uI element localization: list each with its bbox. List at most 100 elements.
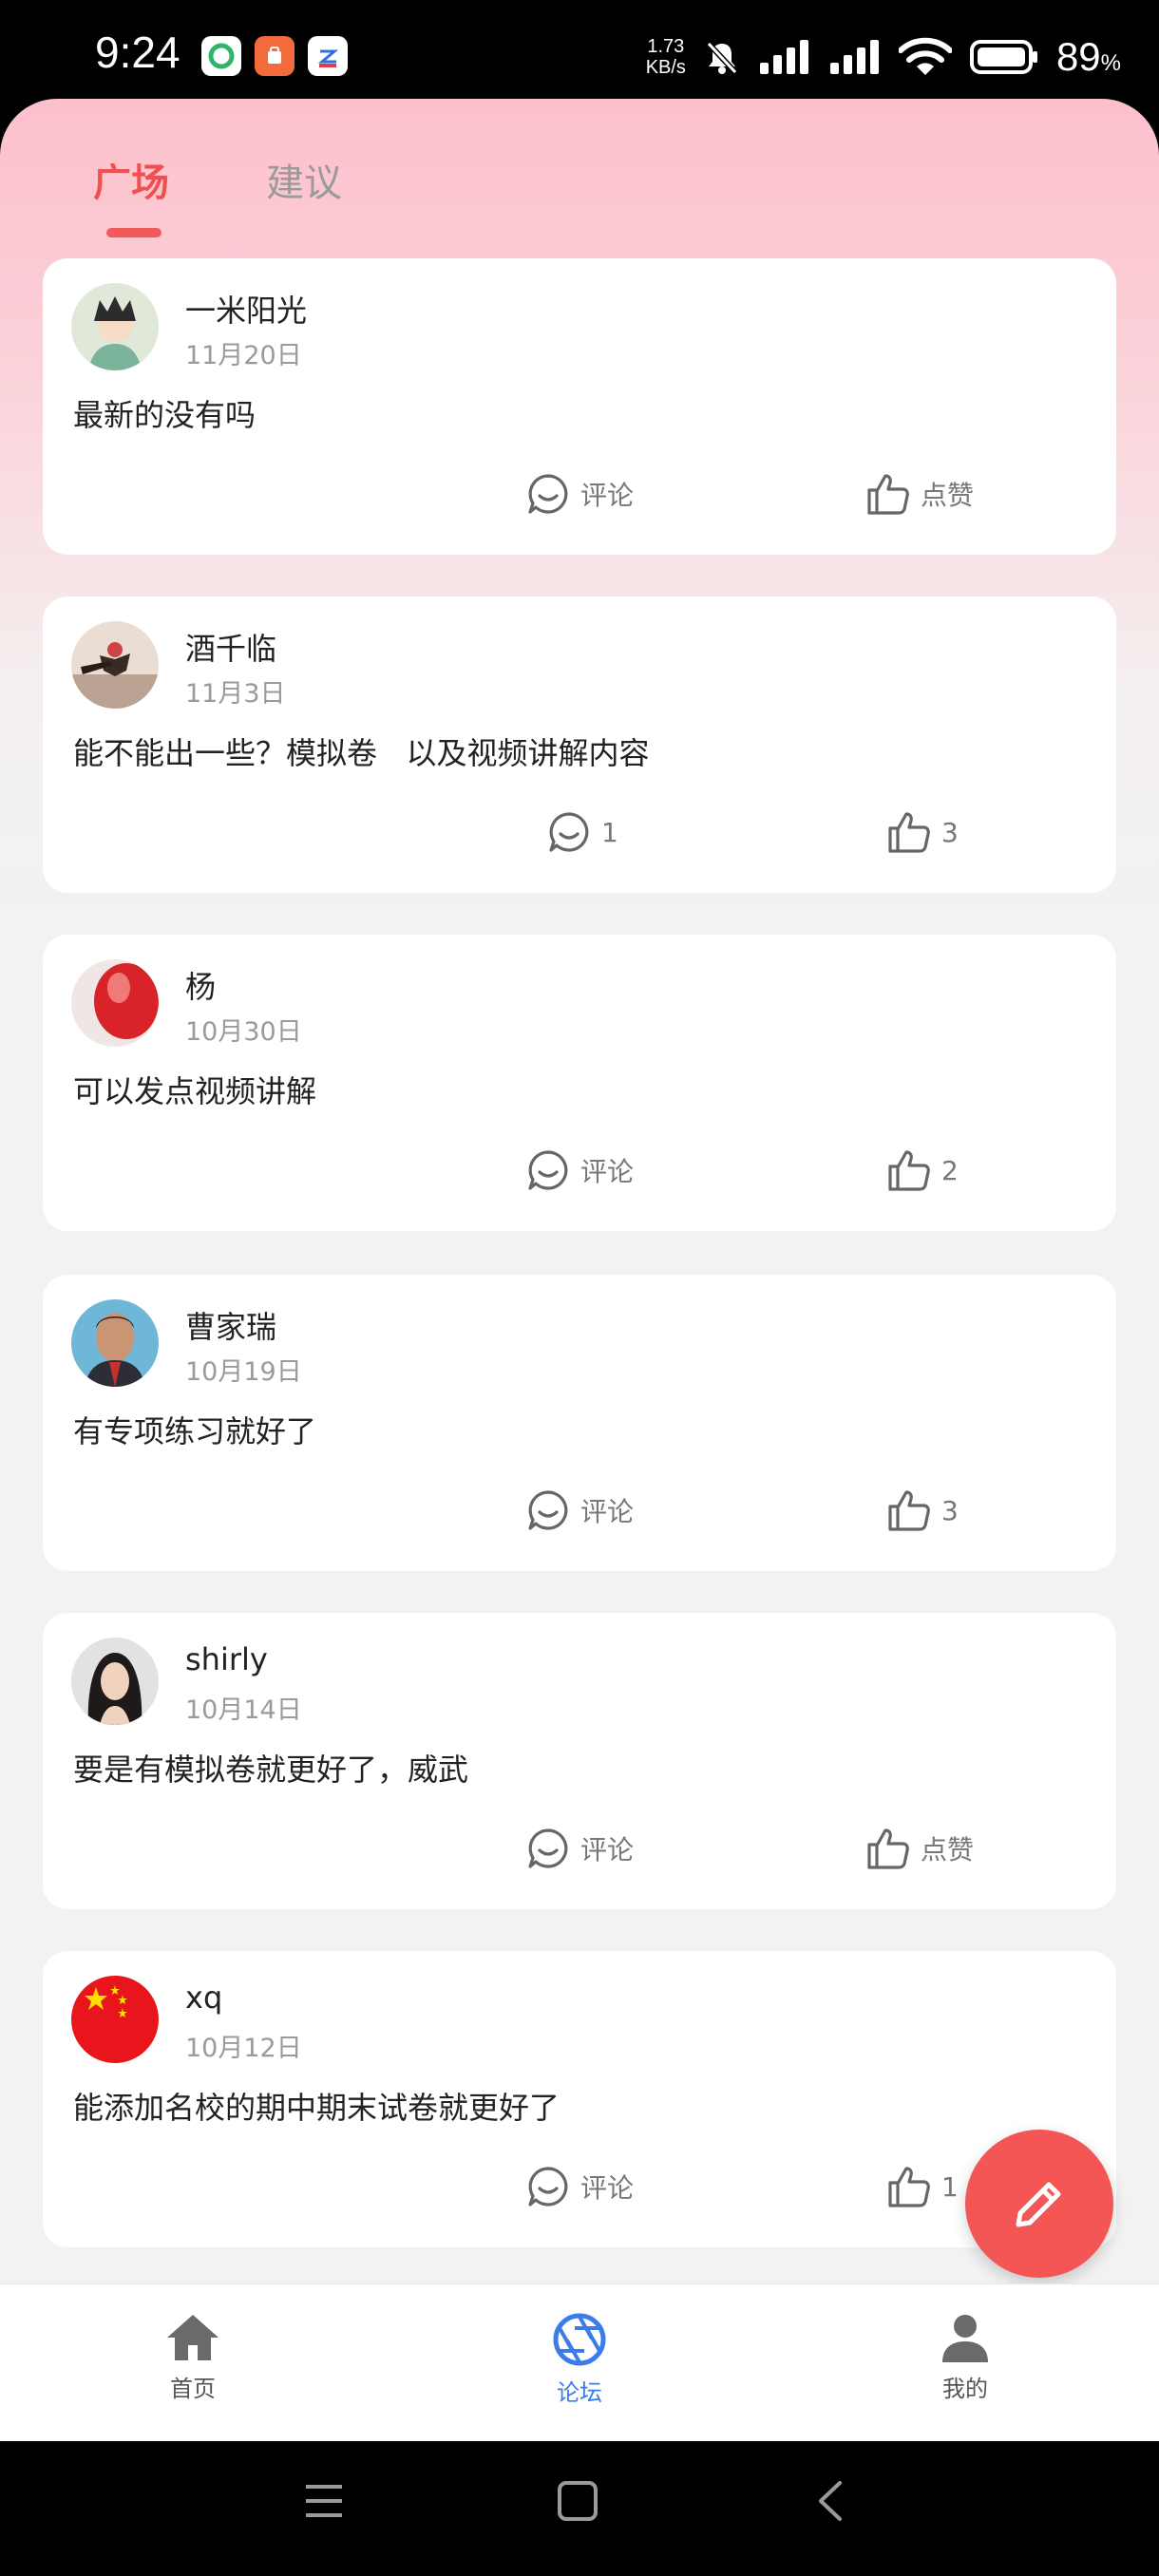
recents-button[interactable] xyxy=(302,2479,346,2527)
comment-icon xyxy=(528,2167,568,2207)
status-bar: 9:24 1.73 KB/s 89% xyxy=(0,0,1159,104)
menu-icon xyxy=(306,2485,342,2517)
mute-icon xyxy=(706,41,738,75)
thumbs-up-icon xyxy=(888,1490,930,1531)
like-count: 2 xyxy=(941,1154,959,1186)
post-date: 11月3日 xyxy=(185,679,286,709)
post-content: 能不能出一些？模拟卷 以及视频讲解内容 xyxy=(73,735,650,771)
nav-profile[interactable]: 我的 xyxy=(870,2313,1060,2417)
battery-percent: 89% xyxy=(1056,34,1121,80)
net-speed: 1.73 KB/s xyxy=(646,36,686,78)
like-count: 3 xyxy=(941,816,959,848)
comment-button[interactable]: 评论 xyxy=(525,1824,634,1873)
avatar[interactable] xyxy=(71,1299,159,1387)
status-indicators: 1.73 KB/s 89% xyxy=(646,28,1121,85)
nav-home-label: 首页 xyxy=(170,2376,216,2402)
wifi-icon xyxy=(898,37,952,75)
comment-label: 评论 xyxy=(580,1156,635,1187)
back-arrow-icon xyxy=(819,2481,842,2521)
thumbs-up-icon xyxy=(867,474,909,515)
post-card[interactable]: 酒千临 11月3日 能不能出一些？模拟卷 以及视频讲解内容 1 3 xyxy=(43,597,1116,893)
post-username[interactable]: shirly xyxy=(185,1641,268,1677)
like-button[interactable]: 点赞 xyxy=(865,469,974,519)
like-count: 1 xyxy=(941,2170,959,2203)
post-username[interactable]: 酒千临 xyxy=(185,625,276,669)
post-username[interactable]: 杨 xyxy=(185,963,216,1007)
post-card[interactable]: shirly 10月14日 要是有模拟卷就更好了，威武 评论 点赞 xyxy=(43,1613,1116,1909)
post-content: 有专项练习就好了 xyxy=(73,1413,317,1449)
home-icon xyxy=(167,2315,218,2360)
like-label: 点赞 xyxy=(921,480,975,511)
square-icon xyxy=(558,2481,598,2521)
comment-count: 1 xyxy=(601,816,618,848)
avatar[interactable] xyxy=(71,621,159,709)
post-date: 10月30日 xyxy=(185,1017,302,1047)
aperture-icon xyxy=(553,2313,606,2366)
like-button[interactable]: 3 xyxy=(886,1486,959,1535)
battery-icon xyxy=(969,40,1037,74)
post-date: 11月20日 xyxy=(185,341,302,370)
post-card[interactable]: 杨 10月30日 可以发点视频讲解 评论 2 xyxy=(43,935,1116,1231)
thumbs-up-icon xyxy=(888,2167,930,2207)
comment-button[interactable]: 评论 xyxy=(525,2162,634,2211)
comment-button[interactable]: 评论 xyxy=(525,1486,634,1535)
thumbs-up-icon xyxy=(888,1150,930,1191)
back-button[interactable] xyxy=(809,2479,853,2527)
bottom-nav: 首页 论坛 我的 xyxy=(0,2283,1159,2441)
app-notification-icon xyxy=(255,36,294,76)
forum-screen: 广场 建议 一米阳光 11月20日 最新的没有吗 评论 点赞 酒千临 11月3日… xyxy=(0,99,1159,2441)
thumbs-up-icon xyxy=(888,812,930,853)
thumbs-up-icon xyxy=(867,1828,909,1869)
avatar[interactable] xyxy=(71,959,159,1047)
tab-indicator xyxy=(106,228,162,237)
comment-label: 评论 xyxy=(580,1496,635,1527)
post-username[interactable]: 曹家瑞 xyxy=(185,1303,276,1347)
avatar[interactable] xyxy=(71,1976,159,2063)
post-card[interactable]: 曹家瑞 10月19日 有专项练习就好了 评论 3 xyxy=(43,1275,1116,1571)
like-button[interactable]: 2 xyxy=(886,1146,959,1195)
signal-icon xyxy=(759,40,808,74)
like-label: 点赞 xyxy=(921,1834,975,1866)
like-count: 3 xyxy=(941,1494,959,1526)
comment-button[interactable]: 1 xyxy=(546,807,618,857)
post-content: 最新的没有吗 xyxy=(73,397,256,433)
post-card[interactable]: xq 10月12日 能添加名校的期中期末试卷就更好了 评论 1 xyxy=(43,1951,1116,2247)
comment-label: 评论 xyxy=(580,1834,635,1866)
comment-icon xyxy=(528,1828,568,1868)
pencil-icon xyxy=(1016,2182,1061,2227)
app-notification-icon xyxy=(201,36,241,76)
new-post-button[interactable] xyxy=(965,2130,1113,2278)
comment-icon xyxy=(549,812,589,852)
status-time: 9:24 xyxy=(95,28,180,77)
signal-icon xyxy=(829,40,879,74)
tab-suggestions[interactable]: 建议 xyxy=(266,152,342,207)
comment-button[interactable]: 评论 xyxy=(525,469,634,519)
net-speed-value: 1.73 xyxy=(647,36,685,57)
battery-percent-value: 89 xyxy=(1055,34,1101,79)
comment-button[interactable]: 评论 xyxy=(525,1146,634,1195)
tab-bar: 广场 建议 xyxy=(0,99,1159,260)
comment-icon xyxy=(528,1490,568,1530)
tab-plaza[interactable]: 广场 xyxy=(93,152,169,207)
avatar[interactable] xyxy=(71,1638,159,1725)
like-button[interactable]: 1 xyxy=(886,2162,959,2211)
like-button[interactable]: 3 xyxy=(886,807,959,857)
like-button[interactable]: 点赞 xyxy=(865,1824,974,1873)
home-button[interactable] xyxy=(556,2479,599,2527)
avatar[interactable] xyxy=(71,283,159,370)
battery-percent-suffix: % xyxy=(1100,50,1121,76)
post-username[interactable]: xq xyxy=(185,1979,222,2016)
nav-forum[interactable]: 论坛 xyxy=(484,2313,674,2417)
post-content: 能添加名校的期中期末试卷就更好了 xyxy=(73,2090,560,2126)
post-date: 10月14日 xyxy=(185,1695,302,1725)
post-content: 要是有模拟卷就更好了，威武 xyxy=(73,1752,469,1788)
nav-profile-label: 我的 xyxy=(942,2376,988,2402)
nav-forum-label: 论坛 xyxy=(557,2379,602,2406)
post-username[interactable]: 一米阳光 xyxy=(185,287,307,331)
comment-label: 评论 xyxy=(580,480,635,511)
post-content: 可以发点视频讲解 xyxy=(73,1073,317,1109)
post-date: 10月19日 xyxy=(185,1357,302,1387)
post-card[interactable]: 一米阳光 11月20日 最新的没有吗 评论 点赞 xyxy=(43,258,1116,555)
net-speed-unit: KB/s xyxy=(645,57,686,78)
nav-home[interactable]: 首页 xyxy=(98,2313,288,2417)
